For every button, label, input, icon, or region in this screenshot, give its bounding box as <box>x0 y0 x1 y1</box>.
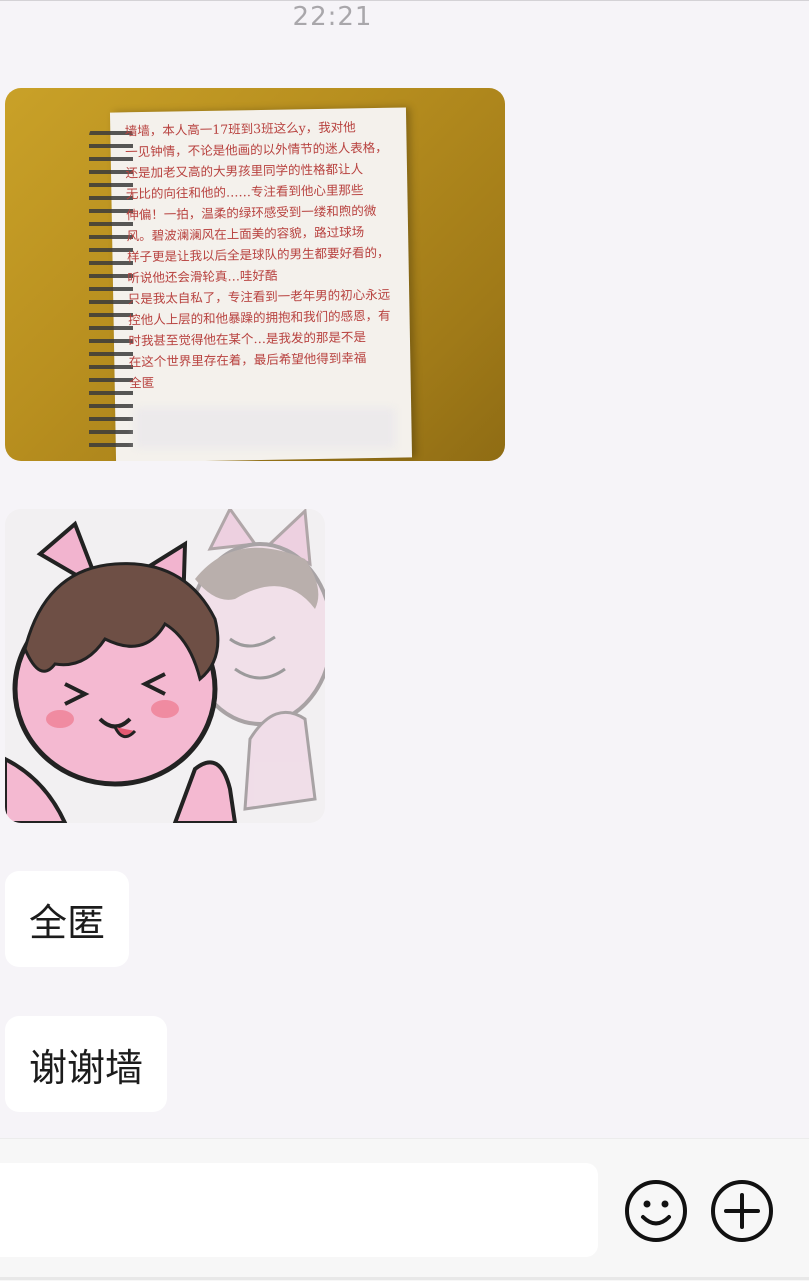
cartoon-sticker-image <box>5 509 325 823</box>
cartoon-sticker-message[interactable] <box>5 509 325 823</box>
chat-input-bar <box>0 1138 809 1281</box>
emoji-button[interactable] <box>624 1179 688 1243</box>
message-text: 谢谢墙 <box>29 1045 144 1090</box>
plus-circle-icon <box>711 1180 773 1242</box>
smiley-face-icon <box>625 1180 687 1242</box>
blurred-area <box>135 408 395 448</box>
message-input[interactable] <box>0 1163 598 1257</box>
message-bubble[interactable]: 全匿 <box>5 871 130 967</box>
more-options-button[interactable] <box>710 1179 774 1243</box>
handwritten-note: 墙墙，本人高一17班到3班这么y，我对他 一见钟情，不论是他画的以外情节的迷人表… <box>124 119 391 391</box>
message-bubble[interactable]: 谢谢墙 <box>5 1016 168 1112</box>
message-text: 全匿 <box>29 900 106 945</box>
message-timestamp: 22:21 <box>292 2 373 32</box>
top-border <box>0 0 809 1</box>
notebook-photo-message[interactable]: 墙墙，本人高一17班到3班这么y，我对他 一见钟情，不论是他画的以外情节的迷人表… <box>5 88 505 461</box>
